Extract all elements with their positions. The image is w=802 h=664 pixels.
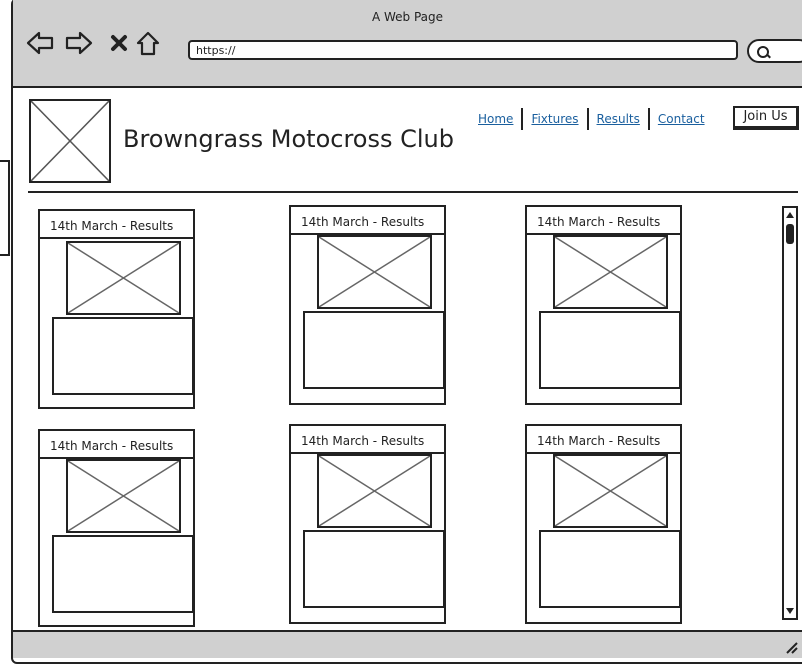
card-title: 14th March - Results [527, 426, 680, 454]
image-placeholder-icon [555, 456, 666, 526]
card-image-placeholder [66, 459, 181, 533]
site-logo-placeholder [29, 99, 111, 183]
card-content-box [539, 530, 681, 608]
card-content-box [52, 535, 194, 613]
browser-toolbar: A Web Page https:// [13, 0, 802, 88]
scroll-up-button[interactable] [784, 209, 796, 221]
home-icon [136, 31, 160, 56]
card-image-placeholder [553, 454, 668, 528]
image-placeholder-icon [68, 461, 179, 531]
card-image-placeholder [66, 241, 181, 315]
result-card[interactable]: 14th March - Results [289, 424, 446, 624]
nav-separator [521, 108, 524, 130]
site-title: Browngrass Motocross Club [123, 125, 454, 153]
triangle-down-icon [786, 608, 794, 614]
back-button[interactable] [25, 28, 55, 58]
image-placeholder-icon [68, 243, 179, 313]
result-card[interactable]: 14th March - Results [38, 209, 195, 409]
card-content-box [303, 530, 445, 608]
nav-link-results[interactable]: Results [597, 112, 640, 126]
result-card[interactable]: 14th March - Results [525, 205, 682, 405]
join-us-button[interactable]: Join Us [733, 106, 799, 130]
nav-separator [647, 108, 650, 130]
vertical-scrollbar[interactable] [782, 206, 798, 620]
status-bar [13, 630, 802, 658]
nav-link-contact[interactable]: Contact [658, 112, 705, 126]
main-navigation: Home Fixtures Results Contact [478, 108, 705, 130]
result-card[interactable]: 14th March - Results [38, 429, 195, 627]
card-title: 14th March - Results [40, 431, 193, 459]
card-image-placeholder [317, 235, 432, 309]
resize-grip-icon[interactable] [784, 640, 798, 654]
address-text: https:// [196, 44, 236, 57]
left-edge-tab [0, 160, 10, 256]
close-icon [111, 35, 127, 51]
header-divider [28, 191, 798, 193]
nav-separator [586, 108, 589, 130]
scroll-down-button[interactable] [784, 605, 796, 617]
forward-button[interactable] [64, 28, 94, 58]
home-button[interactable] [133, 28, 163, 58]
card-content-box [303, 311, 445, 389]
scrollbar-thumb[interactable] [786, 224, 794, 244]
card-title: 14th March - Results [40, 211, 193, 239]
image-placeholder-icon [555, 237, 666, 307]
nav-link-fixtures[interactable]: Fixtures [531, 112, 578, 126]
address-bar[interactable]: https:// [188, 40, 738, 60]
card-content-box [539, 311, 681, 389]
triangle-up-icon [786, 212, 794, 218]
search-icon [757, 46, 769, 58]
window-title: A Web Page [371, 10, 444, 24]
arrow-right-icon [65, 31, 93, 55]
image-placeholder-icon [319, 456, 430, 526]
image-placeholder-icon [31, 101, 109, 181]
result-card[interactable]: 14th March - Results [289, 205, 446, 405]
card-title: 14th March - Results [291, 207, 444, 235]
stop-button[interactable] [105, 28, 135, 58]
nav-link-home[interactable]: Home [478, 112, 513, 126]
image-placeholder-icon [319, 237, 430, 307]
card-image-placeholder [317, 454, 432, 528]
search-field[interactable] [747, 39, 802, 63]
card-title: 14th March - Results [291, 426, 444, 454]
arrow-left-icon [26, 31, 54, 55]
card-image-placeholder [553, 235, 668, 309]
card-title: 14th March - Results [527, 207, 680, 235]
result-card[interactable]: 14th March - Results [525, 424, 682, 624]
card-content-box [52, 317, 194, 395]
